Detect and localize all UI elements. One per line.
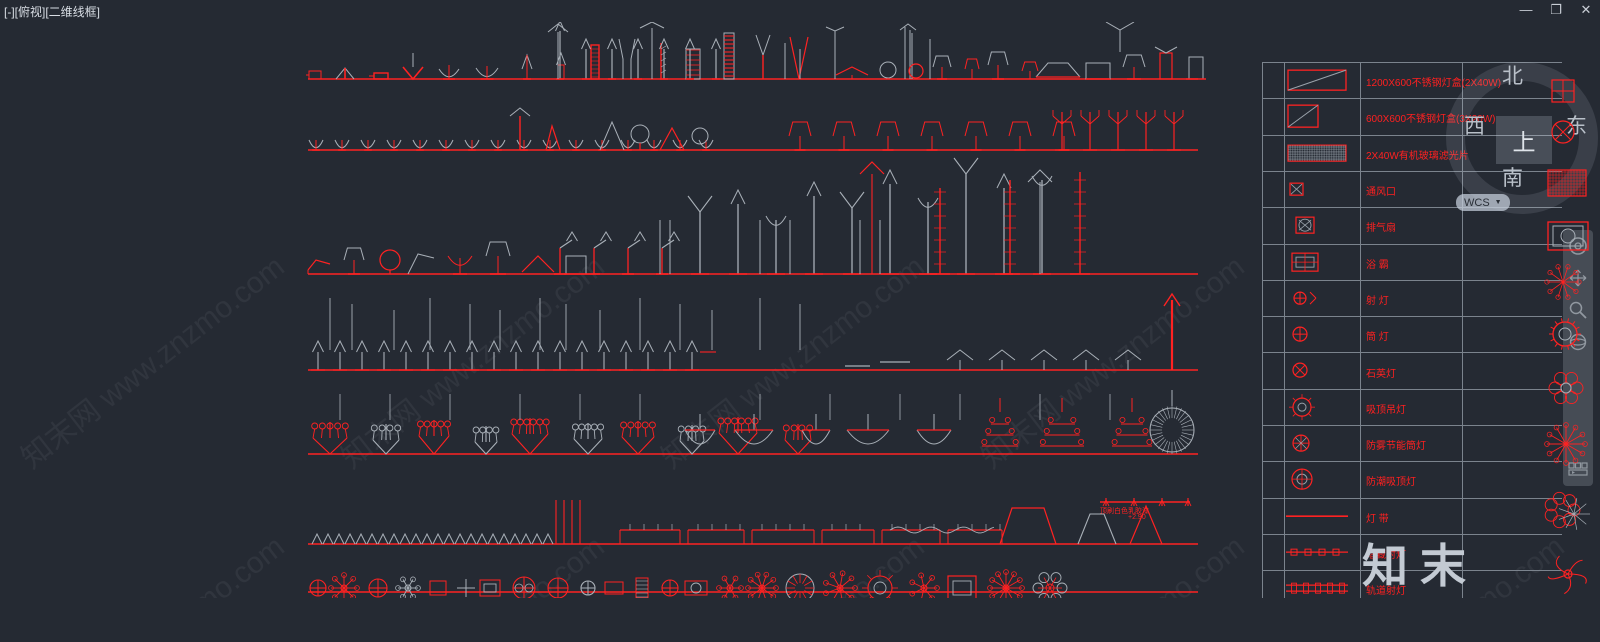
legend-row-divider: [1262, 425, 1562, 426]
legend-symbol: [1286, 572, 1358, 598]
legend-symbol-column: [1544, 79, 1590, 595]
legend-row-divider: [1262, 533, 1562, 535]
legend-symbol: [1286, 354, 1358, 386]
title-bar: [-][俯视][二维线框] — ❐ ✕: [0, 0, 1600, 22]
chevron-down-icon: ▼: [1494, 199, 1502, 206]
legend-label: 浴 霸: [1366, 259, 1389, 271]
ucs-label: WCS: [1464, 196, 1490, 209]
legend-column-divider: [1262, 62, 1263, 598]
close-button[interactable]: ✕: [1578, 2, 1594, 18]
legend-label: 吸顶吊灯: [1366, 404, 1406, 416]
legend-row-divider: [1262, 497, 1562, 499]
legend-row-divider: [1262, 570, 1562, 572]
legend-row-divider: [1262, 388, 1562, 390]
legend-label: 暗藏射灯: [1366, 550, 1406, 562]
legend-symbol: [1286, 427, 1358, 459]
legend-label: 射 灯: [1366, 295, 1389, 307]
legend-label: 灯 带: [1366, 513, 1389, 525]
legend-row-divider: [1262, 279, 1562, 281]
legend-symbol: [1286, 463, 1358, 495]
legend-symbol: [1286, 536, 1358, 568]
legend-label: 轨道射灯: [1366, 586, 1406, 598]
minimize-button[interactable]: —: [1518, 2, 1534, 18]
cad-vector-layer: [306, 22, 1206, 598]
legend-column-divider: [1360, 62, 1361, 598]
autocad-window: [-][俯视][二维线框] — ❐ ✕ 知末网 www.znzmo.com 知末…: [0, 0, 1600, 642]
legend-row-divider: [1262, 316, 1562, 318]
window-controls: — ❐ ✕: [1518, 2, 1594, 18]
view-cube-top-label: 上: [1512, 129, 1536, 155]
legend-symbol: [1286, 246, 1358, 278]
legend-row-divider: [1262, 461, 1562, 463]
legend-label: 石英灯: [1366, 368, 1396, 380]
legend-row-divider: [1262, 352, 1562, 354]
drawing-elevation: +2.90: [1128, 514, 1146, 521]
legend-symbol: [1286, 209, 1358, 241]
legend-symbol: [1286, 173, 1358, 205]
bottom-bar: ✕ >_ ▼ ▲: [0, 598, 1600, 642]
legend-symbol: [1286, 391, 1358, 423]
legend-label: 防潮吸顶灯: [1366, 477, 1416, 489]
view-cube-north[interactable]: 北: [1502, 60, 1523, 90]
restore-button[interactable]: ❐: [1548, 2, 1564, 18]
legend-symbol: [1286, 137, 1358, 169]
legend-label: 排气扇: [1366, 223, 1396, 235]
legend-symbol: [1286, 64, 1358, 96]
legend-label: 通风口: [1366, 187, 1396, 199]
legend-column-divider: [1284, 62, 1285, 598]
legend-label: 筒 灯: [1366, 332, 1389, 344]
legend-symbol: [1286, 100, 1358, 132]
drawing-canvas[interactable]: 知末网 www.znzmo.com 知末网 www.znzmo.com 知末网 …: [0, 22, 1600, 598]
view-cube-south[interactable]: 南: [1502, 162, 1523, 192]
ucs-dropdown[interactable]: WCS ▼: [1456, 194, 1510, 211]
legend-symbol: [1286, 282, 1358, 314]
viewport-label[interactable]: [-][俯视][二维线框]: [4, 3, 100, 20]
legend-symbol: [1286, 318, 1358, 350]
legend-symbol: [1286, 500, 1358, 532]
view-cube-west[interactable]: 西: [1464, 110, 1485, 140]
legend-row-divider: [1262, 243, 1562, 245]
legend-label: 防雾节能筒灯: [1366, 441, 1426, 453]
